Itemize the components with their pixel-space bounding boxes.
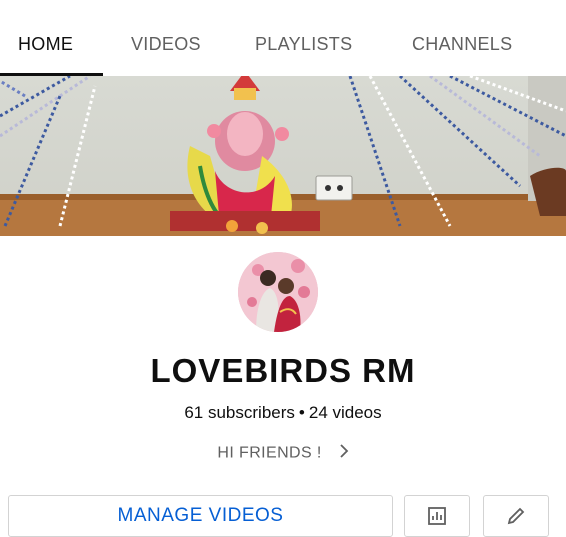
- channel-name: LOVEBIRDS RM: [150, 352, 416, 389]
- banner-image: [0, 76, 566, 236]
- pencil-icon: [507, 507, 525, 525]
- subscriber-count: 61 subscribers: [184, 403, 295, 422]
- channel-description-link[interactable]: HI FRIENDS !: [0, 443, 566, 464]
- manage-videos-button[interactable]: MANAGE VIDEOS: [8, 495, 393, 537]
- analytics-icon: [428, 507, 446, 525]
- tab-videos[interactable]: VIDEOS: [131, 34, 201, 55]
- tab-channels[interactable]: CHANNELS: [412, 34, 512, 55]
- edit-channel-button[interactable]: [483, 495, 549, 537]
- analytics-button[interactable]: [404, 495, 470, 537]
- chevron-right-icon: [339, 443, 349, 464]
- video-count: 24 videos: [308, 403, 382, 422]
- channel-stats: 61 subscribers • 24 videos: [0, 403, 566, 423]
- channel-description: HI FRIENDS !: [217, 444, 322, 462]
- tab-home[interactable]: HOME: [18, 34, 73, 55]
- channel-tabs: HOME VIDEOS PLAYLISTS CHANNELS: [0, 0, 566, 76]
- channel-banner: [0, 76, 566, 236]
- tab-playlists[interactable]: PLAYLISTS: [255, 34, 352, 55]
- channel-avatar[interactable]: [238, 252, 318, 332]
- avatar-image: [238, 252, 318, 332]
- stats-separator: •: [298, 403, 305, 422]
